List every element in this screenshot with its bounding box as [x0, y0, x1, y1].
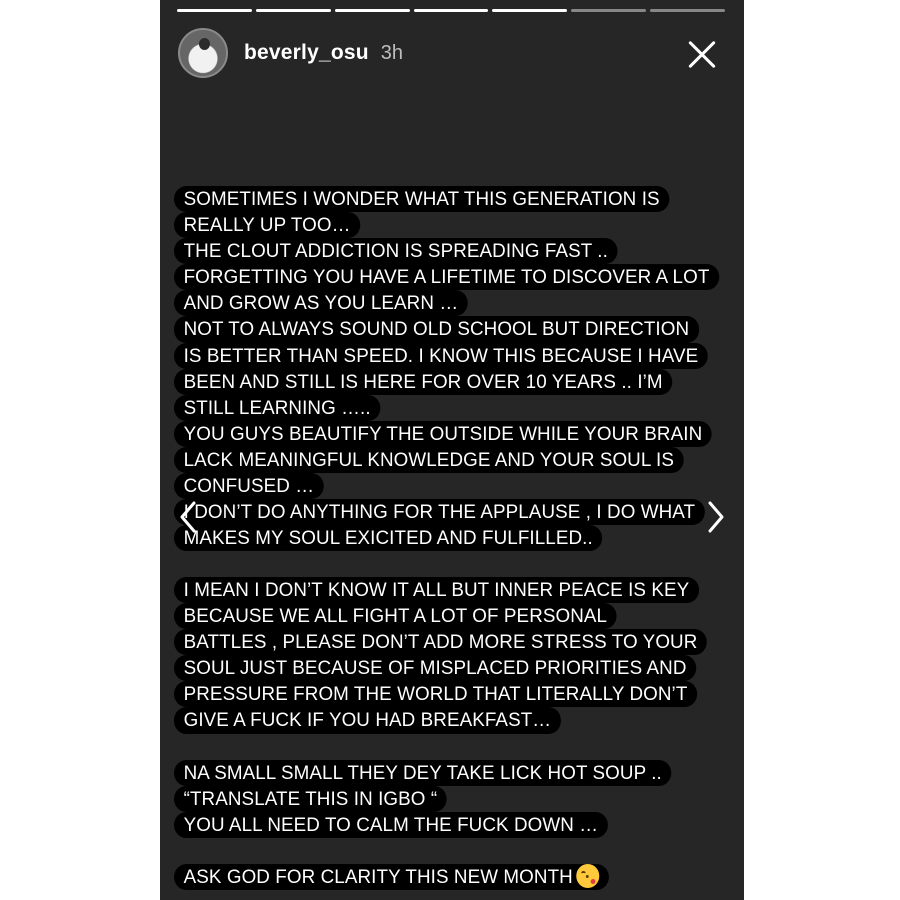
story-text-line: ASK GOD FOR CLARITY THIS NEW MONTH: [174, 864, 610, 891]
progress-segment: [492, 9, 568, 12]
story-text-line: SOMETIMES I WONDER WHAT THIS GENERATION …: [174, 186, 670, 213]
chevron-left-icon[interactable]: [174, 497, 204, 537]
paragraph-3: NA SMALL SMALL THEY DEY TAKE LICK HOT SO…: [174, 760, 734, 839]
kissing-face-emoji: [576, 864, 600, 888]
chevron-right-icon[interactable]: [700, 497, 730, 537]
story-text-line: BATTLES , PLEASE DON’T ADD MORE STRESS T…: [174, 629, 708, 656]
paragraph-4: ASK GOD FOR CLARITY THIS NEW MONTH: [174, 864, 734, 891]
story-text-line: NOT TO ALWAYS SOUND OLD SCHOOL BUT DIREC…: [174, 316, 699, 343]
progress-segment: [571, 9, 647, 12]
story-text-line: STILL LEARNING …..: [174, 394, 381, 421]
story-progress-bar: [177, 9, 726, 13]
story-text-line: CONFUSED …: [174, 473, 324, 500]
story-text-line: REALLY UP TOO…: [174, 212, 361, 239]
paragraph-1: SOMETIMES I WONDER WHAT THIS GENERATION …: [174, 186, 734, 552]
story-text-line: LACK MEANINGFUL KNOWLEDGE AND YOUR SOUL …: [174, 446, 684, 474]
story-text-line: FORGETTING YOU HAVE A LIFETIME TO DISCOV…: [174, 264, 720, 291]
story-text-line: I DON’T DO ANYTHING FOR THE APPLAUSE , I…: [174, 499, 705, 526]
story-text-line: AND GROW AS YOU LEARN …: [174, 290, 468, 317]
story-text-line: BEEN AND STILL IS HERE FOR OVER 10 YEARS…: [174, 368, 673, 395]
progress-segment: [334, 9, 410, 12]
progress-segment: [177, 9, 252, 12]
story-text-line: IS BETTER THAN SPEED. I KNOW THIS BECAUS…: [174, 342, 708, 369]
story-text-line: SOUL JUST BECAUSE OF MISPLACED PRIORITIE…: [174, 655, 697, 682]
avatar[interactable]: [178, 28, 228, 78]
story-text-line: YOU GUYS BEAUTIFY THE OUTSIDE WHILE YOUR…: [174, 420, 712, 447]
progress-segment: [413, 9, 489, 12]
paragraph-2: I MEAN I DON’T KNOW IT ALL BUT INNER PEA…: [174, 577, 734, 734]
story-text-line: GIVE A FUCK IF YOU HAD BREAKFAST…: [174, 707, 561, 734]
story-text-line: THE CLOUT ADDICTION IS SPREADING FAST ..: [174, 238, 618, 265]
story-text-line: I MEAN I DON’T KNOW IT ALL BUT INNER PEA…: [174, 577, 699, 604]
story-text-line: YOU ALL NEED TO CALM THE FUCK DOWN …: [174, 812, 608, 839]
close-icon[interactable]: [684, 37, 720, 73]
story-text-line: PRESSURE FROM THE WORLD THAT LITERALLY D…: [174, 681, 698, 708]
story-text-line: BECAUSE WE ALL FIGHT A LOT OF PERSONAL: [174, 603, 617, 630]
post-time: 3h: [380, 41, 404, 64]
story-text-line: “TRANSLATE THIS IN IGBO “: [174, 786, 447, 813]
story-text-line: NA SMALL SMALL THEY DEY TAKE LICK HOT SO…: [174, 760, 672, 787]
story-viewer: beverly_osu 3h SOMETIMES I WONDER WHAT T…: [160, 0, 744, 900]
story-text-line: MAKES MY SOUL EXICITED AND FULFILLED..: [174, 525, 603, 552]
username[interactable]: beverly_osu: [244, 41, 369, 65]
progress-segment: [650, 9, 726, 12]
progress-segment: [255, 9, 331, 12]
story-header: beverly_osu 3h: [178, 27, 728, 79]
